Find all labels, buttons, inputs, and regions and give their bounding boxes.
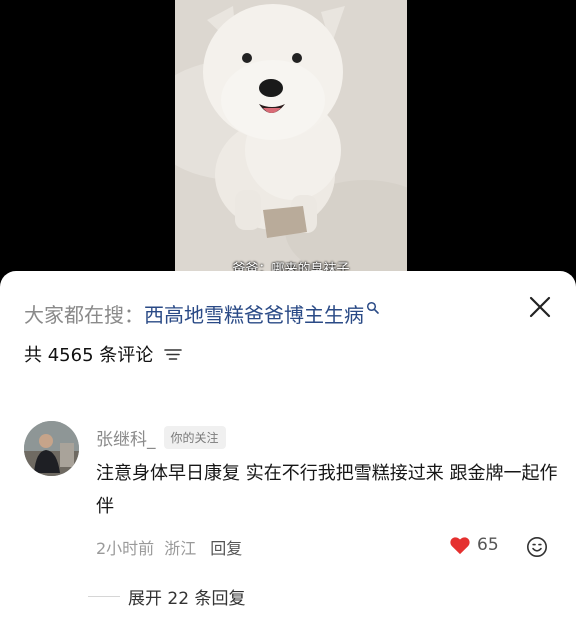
comment-author[interactable]: 张继科_ — [96, 425, 156, 450]
video-frame[interactable]: 爸爸：哪来的臭袜子 — [175, 0, 407, 290]
comment-header: 张继科_ 你的关注 — [96, 423, 559, 451]
comment-count: 共 4565 条评论 — [24, 345, 154, 366]
following-badge: 你的关注 — [163, 425, 226, 449]
sort-icon[interactable] — [163, 346, 183, 362]
comment-meta: 2小时前 浙江 回复 65 — [96, 533, 559, 561]
close-icon[interactable] — [526, 293, 554, 321]
comment-text: 注意身体早日康复 实在不行我把雪糕接过来 跟金牌一起作伴 — [96, 463, 558, 517]
search-keyword-link[interactable]: 西高地雪糕爸爸博主生病 — [144, 299, 364, 328]
like-button[interactable]: 65 — [449, 535, 499, 555]
dog-image — [175, 0, 407, 290]
expand-replies-label: 展开 22 条回复 — [128, 589, 246, 609]
comment-location: 浙江 — [164, 539, 197, 558]
like-count: 65 — [477, 535, 499, 555]
search-icon — [366, 301, 379, 314]
comment-count-header: 共 4565 条评论 — [24, 341, 183, 367]
comment-time: 2小时前 — [96, 539, 155, 558]
reply-button[interactable]: 回复 — [210, 535, 242, 559]
avatar[interactable] — [24, 421, 79, 476]
comment-body: 张继科_ 你的关注 注意身体早日康复 实在不行我把雪糕接过来 跟金牌一起作伴 2… — [96, 423, 559, 558]
video-player[interactable]: 爸爸：哪来的臭袜子 — [0, 0, 576, 290]
heart-icon — [450, 537, 470, 555]
expand-replies-button[interactable]: 展开 22 条回复 — [88, 584, 245, 609]
emoji-reaction-icon[interactable] — [526, 536, 548, 558]
search-prefix: 大家都在搜： — [24, 302, 144, 327]
search-suggestion[interactable]: 大家都在搜： 西高地雪糕爸爸博主生病 — [24, 298, 380, 328]
divider — [88, 596, 120, 597]
comment-sheet: 大家都在搜： 西高地雪糕爸爸博主生病 共 4565 条评论 张继科_ 你的关注 … — [0, 271, 576, 624]
avatar-image — [24, 421, 79, 476]
